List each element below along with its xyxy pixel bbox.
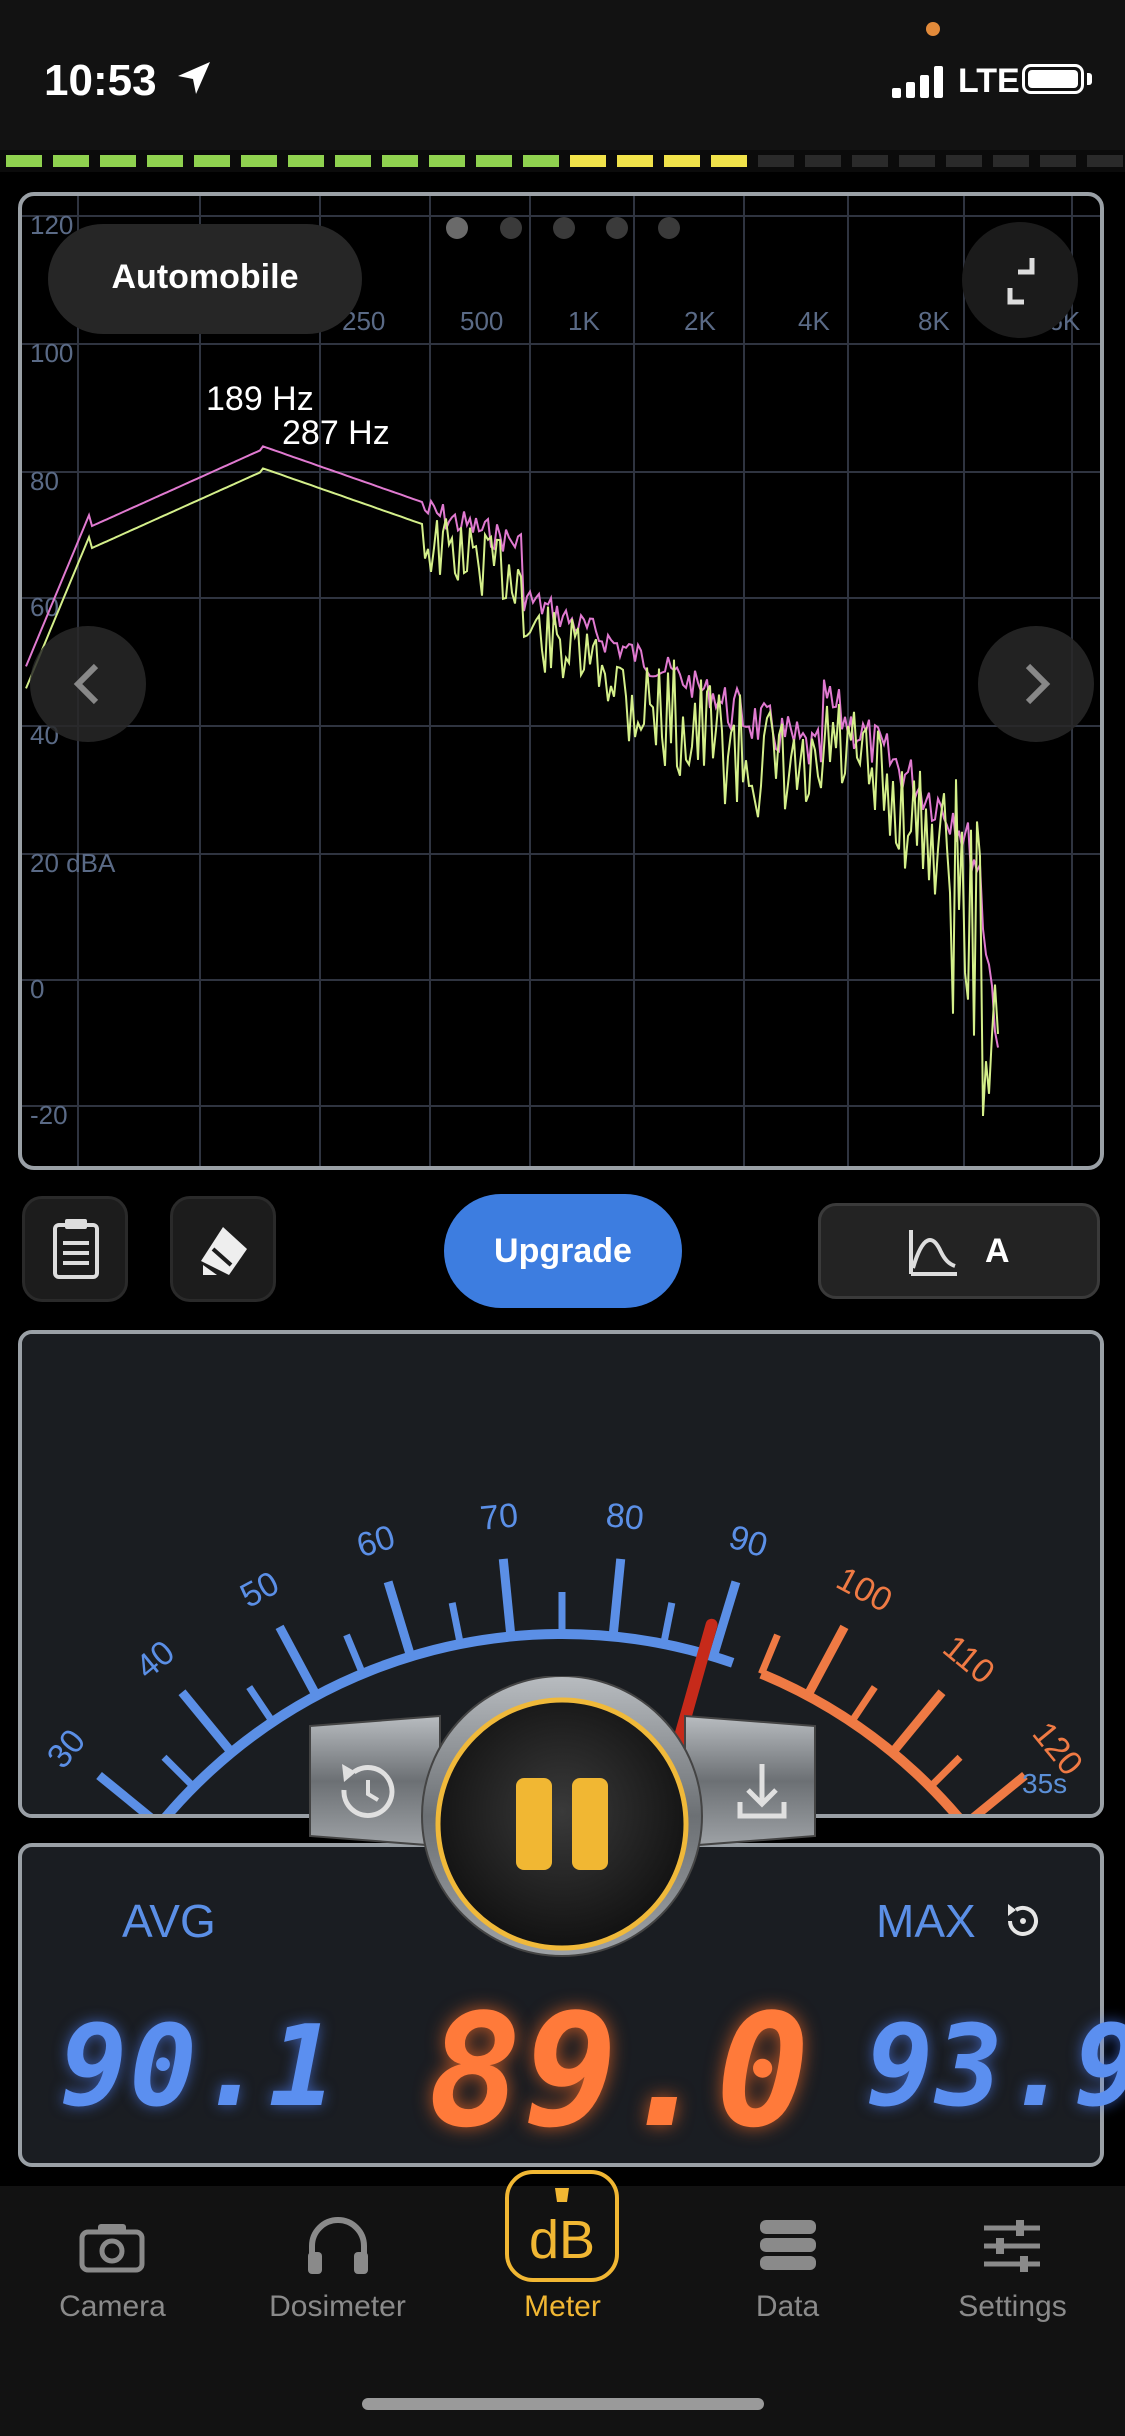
level-segment bbox=[241, 155, 277, 167]
network-type: LTE bbox=[958, 62, 1020, 100]
battery-icon bbox=[1022, 64, 1084, 94]
page-dot[interactable] bbox=[500, 217, 522, 239]
level-segment bbox=[476, 155, 512, 167]
pause-icon bbox=[516, 1778, 552, 1870]
page-dot[interactable] bbox=[606, 217, 628, 239]
db-meter-icon: dB bbox=[505, 2170, 619, 2282]
peak-label: 287 Hz bbox=[282, 414, 390, 452]
tab-dosimeter[interactable]: Dosimeter bbox=[225, 2290, 450, 2324]
x-tick-label: 4K bbox=[798, 306, 830, 336]
status-bar bbox=[0, 0, 1125, 150]
chevron-right-icon bbox=[1025, 663, 1051, 705]
level-segment bbox=[288, 155, 324, 167]
max-value: 93.9 bbox=[866, 2002, 1125, 2132]
level-segment bbox=[617, 155, 653, 167]
level-segment bbox=[758, 155, 794, 167]
x-tick-label: 500 bbox=[460, 306, 503, 336]
x-tick-label: 2K bbox=[684, 306, 716, 336]
level-segment bbox=[335, 155, 371, 167]
status-time: 10:53 bbox=[44, 56, 157, 105]
svg-text:dB: dB bbox=[529, 2210, 595, 2270]
tab-meter[interactable]: Meter bbox=[450, 2290, 675, 2324]
battery-cap bbox=[1087, 73, 1092, 85]
live-spectrum-trace bbox=[25, 467, 999, 1117]
level-segment bbox=[100, 155, 136, 167]
peak-hold-trace bbox=[25, 445, 999, 1048]
level-segment bbox=[664, 155, 700, 167]
avg-label: AVG bbox=[122, 1895, 216, 1947]
privacy-indicator-dot bbox=[926, 22, 940, 36]
tab-settings[interactable]: Settings bbox=[900, 2290, 1125, 2324]
gauge-scale-label: 70 bbox=[478, 1496, 519, 1538]
x-tick-label: 8K bbox=[918, 306, 950, 336]
level-segment bbox=[711, 155, 747, 167]
level-segment bbox=[993, 155, 1029, 167]
upgrade-button[interactable]: Upgrade bbox=[444, 1194, 682, 1308]
clipboard-icon bbox=[53, 1219, 99, 1279]
x-tick-label: 1K bbox=[568, 306, 600, 336]
spectrum-panel[interactable]: 12010080604020 dBA0-202505001K2K4K8K16K bbox=[18, 192, 1104, 1170]
save-button[interactable] bbox=[712, 1738, 812, 1848]
weighting-selector[interactable] bbox=[818, 1203, 1100, 1299]
headphones-icon bbox=[302, 2214, 374, 2283]
level-segment bbox=[53, 155, 89, 167]
level-segment bbox=[382, 155, 418, 167]
level-segment bbox=[805, 155, 841, 167]
preset-label: Automobile bbox=[111, 258, 299, 296]
y-tick-label: 0 bbox=[30, 974, 44, 1004]
reset-max-button[interactable] bbox=[998, 1896, 1048, 1951]
database-icon bbox=[752, 2216, 824, 2281]
clear-button[interactable] bbox=[170, 1196, 276, 1302]
gauge-scale-label: 80 bbox=[604, 1496, 645, 1538]
reset-button[interactable] bbox=[318, 1738, 418, 1848]
eraser-icon bbox=[201, 1227, 247, 1275]
level-segment bbox=[570, 155, 606, 167]
y-tick-label: 80 bbox=[30, 466, 59, 496]
weighting-label: A bbox=[985, 1232, 1010, 1270]
tab-data[interactable]: Data bbox=[675, 2290, 900, 2324]
location-arrow-icon bbox=[176, 60, 212, 101]
weighting-curve-icon bbox=[909, 1230, 957, 1276]
y-tick-label: 120 bbox=[30, 210, 73, 240]
reset-icon bbox=[1008, 1904, 1038, 1936]
chevron-left-icon bbox=[73, 663, 99, 705]
current-db-value: 89.0 bbox=[428, 1980, 812, 2162]
max-label: MAX bbox=[876, 1895, 976, 1947]
level-segment bbox=[1087, 155, 1123, 167]
next-page-button[interactable] bbox=[978, 626, 1094, 742]
tab-camera[interactable]: Camera bbox=[0, 2290, 225, 2324]
level-segment bbox=[946, 155, 982, 167]
level-segment bbox=[1040, 155, 1076, 167]
level-bar bbox=[0, 150, 1125, 172]
y-tick-label: -20 bbox=[30, 1100, 68, 1130]
level-segment bbox=[899, 155, 935, 167]
level-segment bbox=[429, 155, 465, 167]
camera-icon bbox=[76, 2216, 148, 2281]
expand-icon bbox=[1007, 258, 1035, 305]
notes-button[interactable] bbox=[22, 1196, 128, 1302]
page-dot[interactable] bbox=[553, 217, 575, 239]
download-icon bbox=[737, 1764, 787, 1819]
level-segment bbox=[6, 155, 42, 167]
reset-icon bbox=[341, 1764, 395, 1818]
expand-button[interactable] bbox=[962, 222, 1078, 338]
page-dot-active[interactable] bbox=[446, 217, 468, 239]
y-tick-label: 20 dBA bbox=[30, 848, 116, 878]
pause-button[interactable] bbox=[432, 1694, 692, 1954]
level-segment bbox=[194, 155, 230, 167]
y-tick-label: 100 bbox=[30, 338, 73, 368]
sliders-icon bbox=[976, 2216, 1048, 2281]
previous-page-button[interactable] bbox=[30, 626, 146, 742]
cellular-signal-icon bbox=[892, 66, 948, 103]
level-segment bbox=[147, 155, 183, 167]
level-segment bbox=[852, 155, 888, 167]
avg-value: 90.1 bbox=[60, 2002, 338, 2132]
page-dot[interactable] bbox=[658, 217, 680, 239]
home-indicator bbox=[362, 2398, 764, 2410]
elapsed-time: 35s bbox=[1022, 1768, 1068, 1799]
level-segment bbox=[523, 155, 559, 167]
